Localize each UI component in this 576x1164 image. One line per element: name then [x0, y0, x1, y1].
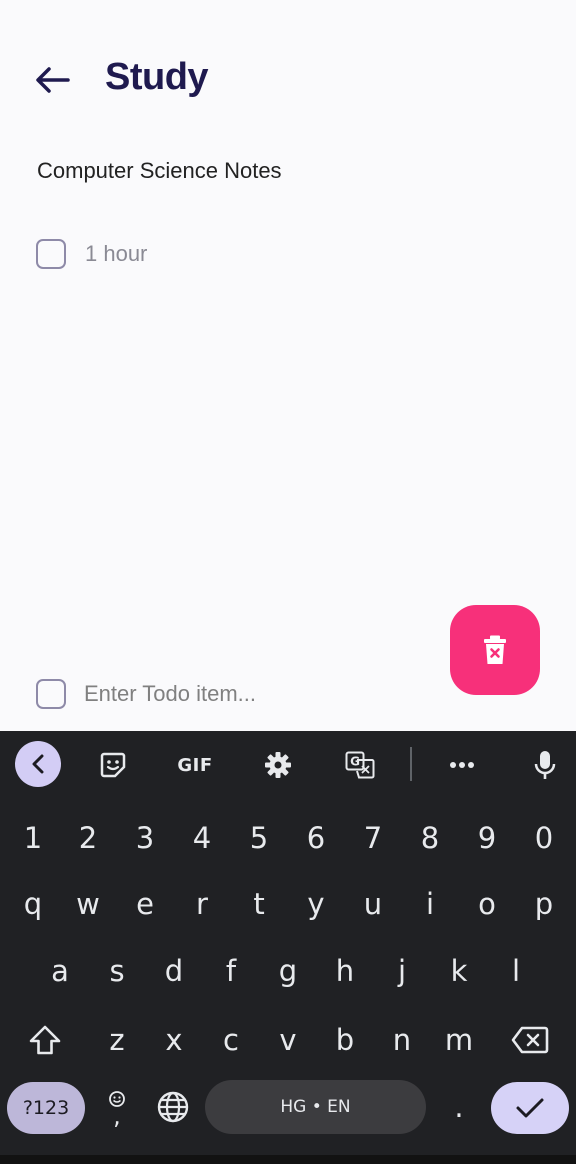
- key-h[interactable]: h: [320, 946, 370, 996]
- key-v[interactable]: v: [263, 1015, 313, 1065]
- key-l[interactable]: l: [491, 946, 541, 996]
- key-u[interactable]: u: [348, 879, 398, 929]
- key-a[interactable]: a: [35, 946, 85, 996]
- key-8[interactable]: 8: [405, 813, 455, 863]
- globe-icon: [157, 1091, 189, 1123]
- key-o[interactable]: o: [462, 879, 512, 929]
- arrow-left-icon: [36, 67, 70, 93]
- shift-icon: [29, 1025, 61, 1055]
- key-t[interactable]: t: [234, 879, 284, 929]
- key-z[interactable]: z: [92, 1015, 142, 1065]
- key-m[interactable]: m: [434, 1015, 484, 1065]
- key-n[interactable]: n: [377, 1015, 427, 1065]
- keyboard: GIF G 1 2 3 4 5 6 7 8 9 0 q w e r t y u …: [0, 731, 576, 1164]
- keyboard-back-button[interactable]: [15, 741, 61, 787]
- chevron-left-icon: [32, 754, 44, 774]
- period-key[interactable]: .: [434, 1082, 484, 1132]
- translate-button[interactable]: G: [340, 743, 380, 787]
- keyboard-settings-button[interactable]: [258, 743, 298, 787]
- shift-key[interactable]: [20, 1015, 70, 1065]
- more-horizontal-icon: [450, 762, 474, 768]
- toolbar-divider: [410, 747, 412, 781]
- sticker-icon: [100, 752, 126, 778]
- key-g[interactable]: g: [263, 946, 313, 996]
- todo-text[interactable]: 1 hour: [85, 241, 147, 267]
- language-key[interactable]: [148, 1082, 198, 1132]
- more-options-button[interactable]: [442, 743, 482, 787]
- key-i[interactable]: i: [405, 879, 455, 929]
- key-f[interactable]: f: [206, 946, 256, 996]
- new-todo-row: [36, 679, 464, 709]
- key-0[interactable]: 0: [519, 813, 569, 863]
- key-y[interactable]: y: [291, 879, 341, 929]
- backspace-key[interactable]: [505, 1015, 555, 1065]
- key-4[interactable]: 4: [177, 813, 227, 863]
- key-q[interactable]: q: [8, 879, 58, 929]
- emoji-comma-key[interactable]: ,: [92, 1082, 142, 1132]
- new-todo-input[interactable]: [84, 681, 464, 707]
- key-2[interactable]: 2: [63, 813, 113, 863]
- gif-button[interactable]: GIF: [173, 743, 217, 787]
- key-p[interactable]: p: [519, 879, 569, 929]
- microphone-icon: [534, 751, 556, 779]
- backspace-icon: [511, 1026, 549, 1054]
- key-e[interactable]: e: [120, 879, 170, 929]
- key-3[interactable]: 3: [120, 813, 170, 863]
- key-w[interactable]: w: [63, 879, 113, 929]
- key-r[interactable]: r: [177, 879, 227, 929]
- key-k[interactable]: k: [434, 946, 484, 996]
- sticker-button[interactable]: [94, 743, 132, 787]
- symbols-key[interactable]: ?123: [7, 1082, 85, 1134]
- key-6[interactable]: 6: [291, 813, 341, 863]
- note-name[interactable]: Computer Science Notes: [37, 158, 282, 184]
- key-1[interactable]: 1: [8, 813, 58, 863]
- todo-item: 1 hour: [36, 239, 147, 269]
- key-j[interactable]: j: [377, 946, 427, 996]
- page-title: Study: [105, 56, 209, 98]
- key-7[interactable]: 7: [348, 813, 398, 863]
- space-key[interactable]: HG • EN: [205, 1080, 426, 1134]
- key-s[interactable]: s: [92, 946, 142, 996]
- gear-icon: [265, 752, 291, 778]
- checkmark-icon: [516, 1098, 544, 1118]
- delete-icon: [484, 635, 506, 664]
- svg-text:G: G: [350, 755, 360, 769]
- key-b[interactable]: b: [320, 1015, 370, 1065]
- back-button[interactable]: [30, 58, 74, 102]
- key-9[interactable]: 9: [462, 813, 512, 863]
- comma-label: ,: [113, 1102, 121, 1130]
- key-d[interactable]: d: [149, 946, 199, 996]
- translate-icon: G: [345, 751, 375, 779]
- key-x[interactable]: x: [149, 1015, 199, 1065]
- new-todo-checkbox[interactable]: [36, 679, 66, 709]
- voice-input-button[interactable]: [525, 743, 565, 787]
- key-5[interactable]: 5: [234, 813, 284, 863]
- todo-checkbox[interactable]: [36, 239, 66, 269]
- navigation-bar: [0, 1155, 576, 1164]
- enter-key[interactable]: [491, 1082, 569, 1134]
- key-c[interactable]: c: [206, 1015, 256, 1065]
- note-screen: Study Computer Science Notes 1 hour: [0, 0, 576, 731]
- keyboard-toolbar: GIF G: [0, 731, 576, 797]
